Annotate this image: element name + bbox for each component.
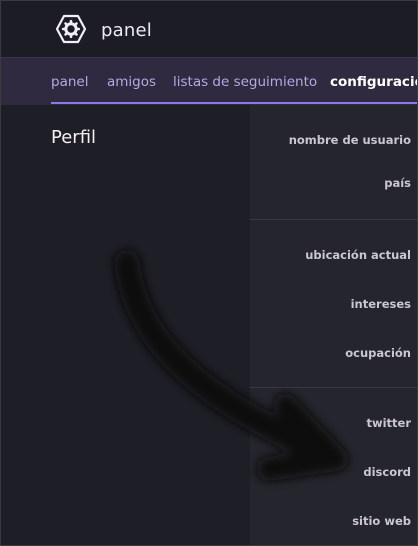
top-bar: panel [1, 1, 417, 57]
field-discord[interactable]: discord [363, 465, 411, 479]
tab-panel[interactable]: panel [51, 74, 88, 90]
field-ubicacion-actual[interactable]: ubicación actual [305, 248, 411, 262]
field-twitter[interactable]: twitter [366, 416, 411, 430]
section-title: Perfil [51, 127, 97, 148]
field-intereses[interactable]: intereses [351, 297, 411, 311]
tab-listas-de-seguimiento[interactable]: listas de seguimiento [173, 74, 317, 90]
gear-hexagon-icon[interactable] [55, 13, 87, 45]
tab-amigos[interactable]: amigos [107, 74, 156, 90]
field-pais[interactable]: país [384, 176, 411, 190]
divider [250, 387, 417, 388]
field-sitio-web[interactable]: sitio web [352, 514, 411, 528]
nav-tabs: panel amigos listas de seguimiento confi… [1, 57, 417, 105]
settings-fields-column: nombre de usuario país ubicación actual … [250, 105, 417, 545]
active-tab-indicator [51, 102, 417, 104]
app-window: panel panel amigos listas de seguimiento… [0, 0, 418, 546]
divider [250, 219, 417, 220]
tab-configuracion[interactable]: configuración [330, 74, 417, 90]
field-nombre-de-usuario[interactable]: nombre de usuario [289, 133, 411, 147]
field-ocupacion[interactable]: ocupación [345, 346, 411, 360]
section-sidebar: Perfil [1, 105, 250, 545]
brand-name[interactable]: panel [101, 20, 152, 41]
